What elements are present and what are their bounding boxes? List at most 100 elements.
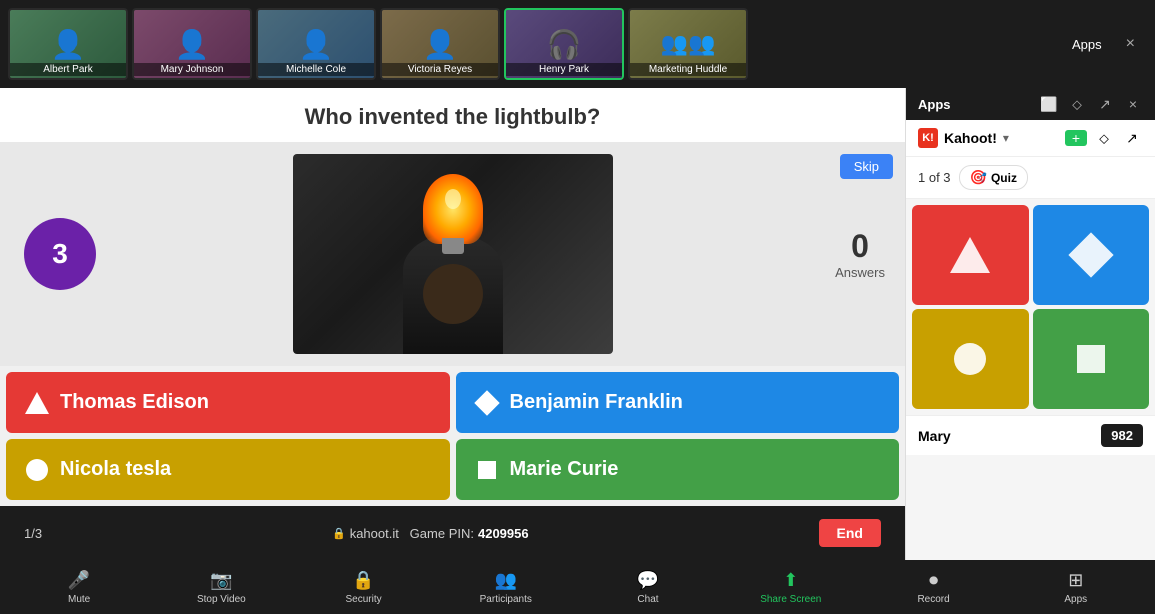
panel-square-shape (1077, 345, 1105, 373)
apps-close-button[interactable]: × (1123, 94, 1143, 114)
kahoot-chevron-icon[interactable]: ▾ (1003, 131, 1009, 145)
video-thumb-albert[interactable]: 👤 Albert Park (8, 8, 128, 80)
toolbar-mute[interactable]: 🎤 Mute (49, 570, 109, 605)
kahoot-main: Who invented the lightbulb? 3 (0, 88, 905, 560)
mute-label: Mute (68, 594, 90, 605)
apps-toolbar-icon: ⊞ (1068, 570, 1083, 591)
end-button[interactable]: End (819, 519, 881, 547)
apps-expand-icon[interactable]: ⬜ (1039, 94, 1059, 114)
circle-icon (26, 459, 48, 481)
video-thumb-victoria[interactable]: 👤 Victoria Reyes (380, 8, 500, 80)
video-thumbnails: 👤 Albert Park 👤 Mary Johnson 👤 Michelle … (8, 8, 748, 80)
toolbar-apps[interactable]: ⊞ Apps (1046, 570, 1106, 605)
video-thumb-michelle[interactable]: 👤 Michelle Cole (256, 8, 376, 80)
game-pin-info: 🔒 kahoot.it Game PIN: 4209956 (324, 526, 537, 541)
game-pin-label: kahoot.it Game PIN: (350, 526, 474, 541)
participants-label: Participants (480, 594, 532, 605)
panel-answer-red (912, 205, 1029, 305)
answer-grid-panel (906, 199, 1155, 415)
kahoot-app-icons: + ⬦ ↗ (1065, 130, 1143, 146)
participant-score: 982 (1101, 424, 1143, 447)
panel-circle-shape (954, 343, 986, 375)
answer-number: 0 (835, 228, 885, 265)
answer-text-c: Nicola tesla (60, 458, 171, 481)
answer-benjamin-franklin[interactable]: Benjamin Franklin (456, 372, 900, 433)
bottom-toolbar: 🎤 Mute 📷 Stop Video 🔒 Security 👥 Partici… (0, 560, 1155, 614)
kahoot-app-left: K! Kahoot! ▾ (918, 128, 1009, 148)
toolbar-record[interactable]: ⏺ Record (904, 570, 964, 605)
thumb-label-albert: Albert Park (10, 63, 126, 76)
top-bar: 👤 Albert Park 👤 Mary Johnson 👤 Michelle … (0, 0, 1155, 88)
panel-answer-yellow (912, 309, 1029, 409)
main-area: Who invented the lightbulb? 3 (0, 88, 1155, 560)
triangle-icon (26, 392, 48, 414)
timer-circle: 3 (24, 218, 96, 290)
toolbar-security[interactable]: 🔒 Security (334, 570, 394, 605)
close-topbar-button[interactable]: × (1126, 35, 1135, 53)
apps-toolbar-label: Apps (1064, 594, 1087, 605)
kahoot-filter2-icon[interactable]: ⬦ (1093, 130, 1115, 146)
answer-text-d: Marie Curie (510, 458, 619, 481)
apps-filter-icon[interactable]: ⬦ (1067, 94, 1087, 114)
panel-triangle-shape (950, 237, 990, 273)
participant-mary: Mary 982 (906, 415, 1155, 455)
question-body: 3 (0, 142, 905, 366)
lightbulb-image (293, 154, 613, 354)
game-pin-number: 4209956 (478, 526, 529, 541)
chat-icon: 💬 (637, 570, 659, 591)
answer-text-a: Thomas Edison (60, 391, 209, 414)
panel-answer-green (1033, 309, 1150, 409)
thumb-label-victoria: Victoria Reyes (382, 63, 498, 76)
apps-panel-title: Apps (918, 97, 951, 112)
question-header: Who invented the lightbulb? (0, 88, 905, 142)
thumb-label-marketing: Marketing Huddle (630, 63, 746, 76)
record-icon: ⏺ (929, 570, 938, 591)
kahoot-app-name: Kahoot! (944, 130, 997, 146)
video-thumb-mary[interactable]: 👤 Mary Johnson (132, 8, 252, 80)
kahoot-external-icon[interactable]: ↗ (1121, 130, 1143, 146)
apps-panel-header: Apps ⬜ ⬦ ↗ × (906, 88, 1155, 120)
answers-count-display: 0 Answers (835, 228, 885, 280)
answer-thomas-edison[interactable]: Thomas Edison (6, 372, 450, 433)
panel-answer-blue (1033, 205, 1150, 305)
lock-icon: 🔒 (332, 527, 346, 540)
video-thumb-henry[interactable]: 🎧 Henry Park (504, 8, 624, 80)
toolbar-stop-video[interactable]: 📷 Stop Video (191, 570, 251, 605)
apps-panel-icons: ⬜ ⬦ ↗ × (1039, 94, 1143, 114)
chat-label: Chat (637, 594, 658, 605)
answer-marie-curie[interactable]: Marie Curie (456, 439, 900, 500)
thumb-label-henry: Henry Park (506, 63, 622, 76)
stop-video-icon: 📷 (210, 570, 232, 591)
video-thumb-marketing[interactable]: 👥👥 Marketing Huddle (628, 8, 748, 80)
stop-video-label: Stop Video (197, 594, 246, 605)
timer-number: 3 (52, 238, 68, 270)
toolbar-chat[interactable]: 💬 Chat (618, 570, 678, 605)
quiz-badge: 🎯 Quiz (959, 165, 1028, 190)
toolbar-share-screen[interactable]: ⬆ Share Screen (760, 570, 821, 605)
toolbar-participants[interactable]: 👥 Participants (476, 570, 536, 605)
mute-icon: 🎤 (68, 570, 90, 591)
thumb-label-michelle: Michelle Cole (258, 63, 374, 76)
answer-text-b: Benjamin Franklin (510, 391, 683, 414)
skip-button[interactable]: Skip (840, 154, 893, 179)
footer-bar: 1/3 🔒 kahoot.it Game PIN: 4209956 End (0, 506, 905, 560)
security-label: Security (345, 594, 381, 605)
participants-icon: 👥 (495, 570, 517, 591)
kahoot-app-header: K! Kahoot! ▾ + ⬦ ↗ (906, 120, 1155, 157)
share-screen-label: Share Screen (760, 594, 821, 605)
quiz-badge-icon: 🎯 (970, 169, 987, 186)
answers-label: Answers (835, 265, 885, 280)
kahoot-logo-icon: K! (918, 128, 938, 148)
page-progress: 1/3 (24, 526, 42, 541)
image-container: Skip (0, 142, 905, 366)
quiz-badge-label: Quiz (991, 171, 1017, 185)
kahoot-add-icon[interactable]: + (1065, 130, 1087, 146)
answer-nicola-tesla[interactable]: Nicola tesla (6, 439, 450, 500)
share-screen-icon: ⬆ (783, 570, 798, 591)
participant-name: Mary (918, 428, 951, 444)
diamond-icon (476, 392, 498, 414)
apps-panel: Apps ⬜ ⬦ ↗ × K! Kahoot! ▾ + ⬦ ↗ 1 of 3 (905, 88, 1155, 560)
apps-external-icon[interactable]: ↗ (1095, 94, 1115, 114)
question-text: Who invented the lightbulb? (20, 104, 885, 130)
security-icon: 🔒 (352, 570, 374, 591)
